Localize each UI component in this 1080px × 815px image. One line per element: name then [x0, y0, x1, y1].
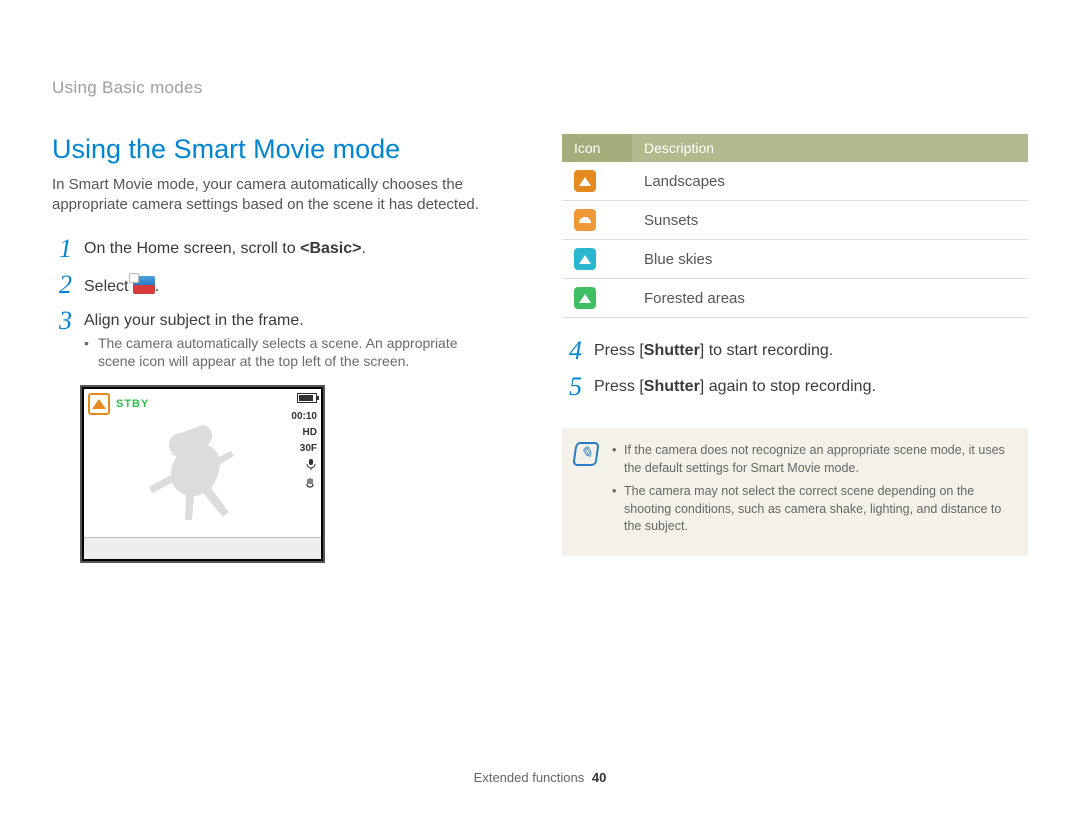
step-number: 1 — [52, 236, 72, 262]
battery-icon — [297, 393, 317, 403]
scene-label: Landscapes — [632, 162, 1028, 201]
two-column-layout: Using the Smart Movie mode In Smart Movi… — [52, 134, 1028, 563]
step-number: 2 — [52, 272, 72, 298]
breadcrumb: Using Basic modes — [52, 78, 1028, 98]
bold-fragment: Shutter — [644, 378, 700, 395]
step-1: 1 On the Home screen, scroll to <Basic>. — [52, 236, 518, 262]
frame-rate: 30F — [291, 442, 317, 456]
blue-sky-icon — [574, 248, 596, 270]
camera-top-bar: STBY — [88, 393, 317, 415]
step-text: Press [Shutter] to start recording. — [594, 338, 833, 360]
scene-icon — [88, 393, 110, 415]
hd-indicator: HD — [291, 426, 317, 440]
footer-section: Extended functions — [474, 770, 585, 785]
landscape-icon — [574, 170, 596, 192]
table-row: Landscapes — [562, 162, 1028, 201]
text-fragment: Press [ — [594, 342, 644, 359]
text-fragment: Press [ — [594, 378, 644, 395]
camera-screenshot: STBY 00:10 HD 30F — [80, 385, 325, 563]
step-text: Align your subject in the frame. The cam… — [84, 308, 464, 372]
step-5: 5 Press [Shutter] again to stop recordin… — [562, 374, 1028, 400]
scene-icon-table: Icon Description Landscapes Sunsets — [562, 134, 1028, 318]
scene-label: Forested areas — [632, 279, 1028, 318]
table-row: Blue skies — [562, 240, 1028, 279]
page-number: 40 — [592, 770, 606, 785]
camera-right-indicators: 00:10 HD 30F — [291, 393, 317, 496]
step-text: On the Home screen, scroll to <Basic>. — [84, 236, 366, 258]
sunset-icon — [574, 209, 596, 231]
text-fragment: On the Home screen, scroll to — [84, 240, 300, 257]
stabilizer-icon — [291, 477, 317, 494]
section-heading: Using the Smart Movie mode — [52, 134, 518, 165]
text-fragment: Align your subject in the frame. — [84, 312, 304, 329]
step-list: 1 On the Home screen, scroll to <Basic>.… — [52, 236, 518, 372]
scene-label: Blue skies — [632, 240, 1028, 279]
bold-fragment: Shutter — [644, 342, 700, 359]
bold-fragment: <Basic> — [300, 240, 361, 257]
table-row: Forested areas — [562, 279, 1028, 318]
table-header-icon: Icon — [562, 134, 632, 162]
step-4: 4 Press [Shutter] to start recording. — [562, 338, 1028, 364]
subject-silhouette — [132, 417, 272, 537]
text-fragment: . — [155, 278, 159, 295]
text-fragment: Select — [84, 278, 133, 295]
table-header-description: Description — [632, 134, 1028, 162]
scene-label: Sunsets — [632, 201, 1028, 240]
manual-page: Using Basic modes Using the Smart Movie … — [0, 0, 1080, 815]
stby-label: STBY — [116, 398, 149, 410]
step-number: 5 — [562, 374, 582, 400]
text-fragment: ] to start recording. — [700, 342, 833, 359]
page-footer: Extended functions 40 — [0, 770, 1080, 785]
recording-time: 00:10 — [291, 410, 317, 424]
step-sub-bullet: The camera automatically selects a scene… — [84, 334, 464, 372]
text-fragment: ] again to stop recording. — [700, 378, 876, 395]
camera-screen: STBY 00:10 HD 30F — [84, 389, 321, 559]
step-number: 3 — [52, 308, 72, 334]
step-text: Select . — [84, 272, 159, 296]
mic-icon — [291, 458, 317, 475]
table-row: Sunsets — [562, 201, 1028, 240]
note-item: If the camera does not recognize an appr… — [612, 442, 1012, 477]
note-box: ✎ If the camera does not recognize an ap… — [562, 428, 1028, 556]
text-fragment: . — [361, 240, 365, 257]
step-2: 2 Select . — [52, 272, 518, 298]
smart-movie-mode-icon — [133, 276, 155, 294]
step-3: 3 Align your subject in the frame. The c… — [52, 308, 518, 372]
step-list-continued: 4 Press [Shutter] to start recording. 5 … — [562, 338, 1028, 400]
step-number: 4 — [562, 338, 582, 364]
camera-bottom-bar — [84, 537, 321, 559]
note-icon: ✎ — [572, 442, 599, 466]
note-item: The camera may not select the correct sc… — [612, 483, 1012, 536]
right-column: Icon Description Landscapes Sunsets — [562, 134, 1028, 563]
left-column: Using the Smart Movie mode In Smart Movi… — [52, 134, 518, 563]
forest-icon — [574, 287, 596, 309]
intro-paragraph: In Smart Movie mode, your camera automat… — [52, 175, 512, 216]
step-text: Press [Shutter] again to stop recording. — [594, 374, 876, 396]
